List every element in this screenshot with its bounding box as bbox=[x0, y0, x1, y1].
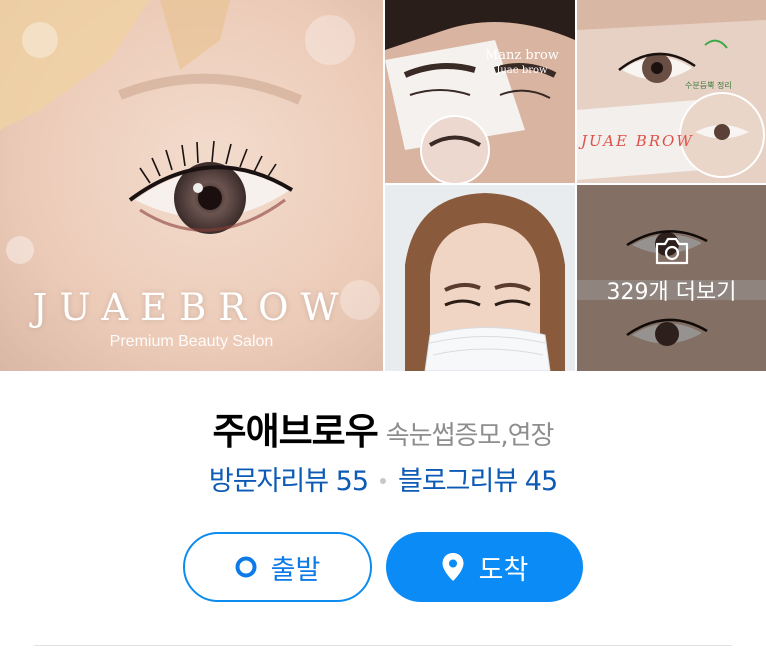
thumbnail-1[interactable]: Manz brow Juae brow bbox=[385, 0, 575, 183]
location-pin-icon bbox=[441, 552, 465, 582]
more-photos-label: 329개 더보기 bbox=[606, 280, 737, 305]
depart-label: 출발 bbox=[270, 554, 321, 586]
thumbnail-1-watermark-sub: Juae brow bbox=[496, 65, 548, 76]
thumbnail-2-watermark: JUAE BROW bbox=[581, 132, 694, 150]
section-divider bbox=[34, 645, 732, 646]
place-title-row: 주애브로우 속눈썹증모,연장 bbox=[0, 401, 766, 455]
depart-button[interactable]: 출발 bbox=[183, 532, 372, 602]
place-category: 속눈썹증모,연장 bbox=[385, 421, 555, 451]
review-summary: 방문자리뷰 55 블로그리뷰 45 bbox=[0, 459, 766, 498]
main-photo-brand: JUAEBROW bbox=[32, 286, 351, 329]
arrive-label: 도착 bbox=[478, 554, 529, 586]
arrive-button[interactable]: 도착 bbox=[386, 532, 583, 602]
thumbnail-1-watermark: Manz brow Juae brow bbox=[485, 48, 559, 78]
thumbnail-1-watermark-title: Manz brow bbox=[485, 48, 559, 63]
photo-gallery: JUAEBROW Premium Beauty Salon Manz brow … bbox=[0, 0, 766, 371]
origin-dot-icon bbox=[235, 556, 257, 578]
visitor-review-link[interactable]: 방문자리뷰 55 bbox=[209, 466, 369, 497]
blog-review-link[interactable]: 블로그리뷰 45 bbox=[398, 466, 558, 497]
thumbnail-3-image bbox=[385, 185, 575, 371]
main-photo-subtitle: Premium Beauty Salon bbox=[109, 333, 274, 350]
camera-icon bbox=[655, 237, 688, 265]
thumbnail-2[interactable]: 수분듬뿍 정리 JUAE BROW bbox=[577, 0, 766, 183]
thumbnail-3[interactable] bbox=[385, 185, 575, 371]
more-photos-button[interactable]: 329개 더보기 bbox=[577, 185, 766, 371]
main-photo[interactable]: JUAEBROW Premium Beauty Salon bbox=[0, 0, 383, 371]
place-name: 주애브로우 bbox=[212, 410, 379, 453]
thumbnail-2-image bbox=[577, 0, 766, 183]
thumbnail-1-image bbox=[385, 0, 575, 183]
separator-dot bbox=[380, 477, 386, 484]
thumbnail-2-note: 수분듬뿍 정리 bbox=[685, 81, 732, 90]
